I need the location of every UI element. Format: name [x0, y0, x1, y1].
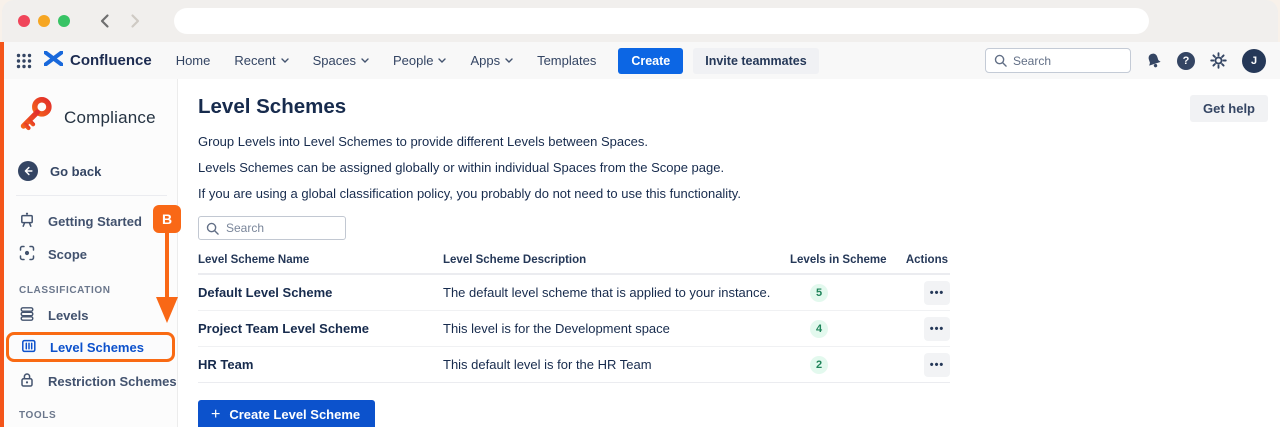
intro-line: Levels Schemes can be assigned globally …	[198, 160, 1268, 175]
main-menu: Home Recent Spaces People Apps Templates	[176, 53, 597, 68]
scheme-name: Default Level Scheme	[198, 285, 443, 300]
row-actions-menu-icon[interactable]: •••	[924, 353, 950, 377]
create-level-scheme-button[interactable]: + Create Level Scheme	[198, 400, 375, 427]
sidebar-item-levels[interactable]: Levels	[4, 304, 177, 326]
user-avatar[interactable]: J	[1242, 49, 1266, 73]
scheme-description: This level is for the Development space	[443, 321, 790, 336]
page-title: Level Schemes	[198, 95, 1268, 119]
chevron-down-icon	[281, 58, 289, 63]
help-icon[interactable]: ?	[1177, 52, 1195, 70]
browser-back-icon[interactable]	[96, 12, 114, 30]
table-row: Default Level Scheme The default level s…	[198, 275, 950, 311]
book-columns-icon	[21, 338, 37, 357]
levels-count-badge: 4	[810, 320, 828, 338]
chevron-down-icon	[505, 58, 513, 63]
product-name: Confluence	[70, 52, 152, 69]
invite-teammates-button[interactable]: Invite teammates	[693, 48, 818, 74]
intro-line: If you are using a global classification…	[198, 186, 1268, 201]
header-levels: Levels in Scheme	[790, 254, 893, 266]
header-name: Level Scheme Name	[198, 254, 443, 266]
level-schemes-table: Level Scheme Name Level Scheme Descripti…	[198, 254, 950, 383]
scheme-name: HR Team	[198, 357, 443, 372]
intro-line: Group Levels into Level Schemes to provi…	[198, 134, 1268, 149]
section-classification: CLASSIFICATION	[4, 285, 177, 296]
app-name: Compliance	[64, 108, 156, 128]
sidebar-item-level-schemes[interactable]: Level Schemes	[6, 332, 175, 362]
sidebar: Compliance Go back Getting Started S	[4, 79, 178, 427]
chevron-down-icon	[361, 58, 369, 63]
annotation-arrow-line	[165, 233, 169, 297]
scheme-description: This default level is for the HR Team	[443, 357, 790, 372]
sidebar-item-scope[interactable]: Scope	[4, 243, 177, 265]
sidebar-item-restriction-schemes[interactable]: Restriction Schemes	[4, 370, 177, 392]
annotation-label-b: B	[153, 205, 181, 233]
top-navigation: Confluence Home Recent Spaces People App…	[4, 42, 1280, 79]
settings-gear-icon[interactable]	[1210, 52, 1227, 69]
search-icon	[206, 222, 219, 235]
row-actions-menu-icon[interactable]: •••	[924, 281, 950, 305]
arrow-left-icon	[18, 161, 38, 181]
section-tools: TOOLS	[4, 410, 177, 421]
get-help-button[interactable]: Get help	[1190, 95, 1268, 122]
levels-count-badge: 2	[810, 356, 828, 374]
app-logo: Compliance	[4, 91, 177, 145]
sidebar-item-getting-started[interactable]: Getting Started	[4, 210, 177, 232]
layers-stack-icon	[19, 306, 35, 325]
row-actions-menu-icon[interactable]: •••	[924, 317, 950, 341]
sidebar-divider	[16, 195, 167, 196]
global-search-input[interactable]	[1013, 54, 1113, 68]
table-row: HR Team This default level is for the HR…	[198, 347, 950, 383]
key-icon	[16, 94, 56, 143]
lock-icon	[19, 372, 35, 391]
create-button[interactable]: Create	[618, 48, 683, 74]
page-description: Group Levels into Level Schemes to provi…	[198, 134, 1268, 201]
global-search[interactable]	[985, 48, 1131, 73]
confluence-logo-icon	[44, 51, 63, 71]
table-row: Project Team Level Scheme This level is …	[198, 311, 950, 347]
scope-target-icon	[19, 245, 35, 264]
window-controls	[18, 15, 70, 27]
menu-item-apps[interactable]: Apps	[470, 53, 513, 68]
scheme-name: Project Team Level Scheme	[198, 321, 443, 336]
menu-item-people[interactable]: People	[393, 53, 446, 68]
notifications-bell-icon[interactable]	[1144, 50, 1164, 70]
levels-count-badge: 5	[810, 284, 828, 302]
close-window-button[interactable]	[18, 15, 30, 27]
menu-item-home[interactable]: Home	[176, 53, 211, 68]
minimize-window-button[interactable]	[38, 15, 50, 27]
go-back-button[interactable]: Go back	[4, 159, 177, 183]
confluence-logo[interactable]: Confluence	[44, 51, 152, 71]
app-switcher-icon[interactable]	[16, 53, 32, 69]
scheme-description: The default level scheme that is applied…	[443, 285, 790, 300]
menu-item-recent[interactable]: Recent	[234, 53, 288, 68]
table-header-row: Level Scheme Name Level Scheme Descripti…	[198, 254, 950, 275]
annotation-arrow-head	[156, 297, 178, 323]
easel-icon	[19, 212, 35, 231]
main-content: Get help Level Schemes Group Levels into…	[178, 79, 1280, 427]
scheme-search[interactable]	[198, 216, 346, 240]
header-actions: Actions	[893, 254, 950, 266]
menu-item-spaces[interactable]: Spaces	[313, 53, 369, 68]
confluence-app: Confluence Home Recent Spaces People App…	[0, 42, 1280, 427]
browser-forward-icon[interactable]	[126, 12, 144, 30]
plus-icon: +	[211, 410, 220, 420]
left-accent-strip	[0, 42, 4, 427]
browser-chrome	[0, 0, 1280, 42]
address-bar[interactable]	[174, 8, 1149, 34]
browser-toolbar	[2, 0, 1278, 42]
chevron-down-icon	[438, 58, 446, 63]
header-description: Level Scheme Description	[443, 254, 790, 266]
menu-item-templates[interactable]: Templates	[537, 53, 596, 68]
search-icon	[994, 54, 1007, 67]
scheme-search-input[interactable]	[226, 221, 336, 235]
zoom-window-button[interactable]	[58, 15, 70, 27]
